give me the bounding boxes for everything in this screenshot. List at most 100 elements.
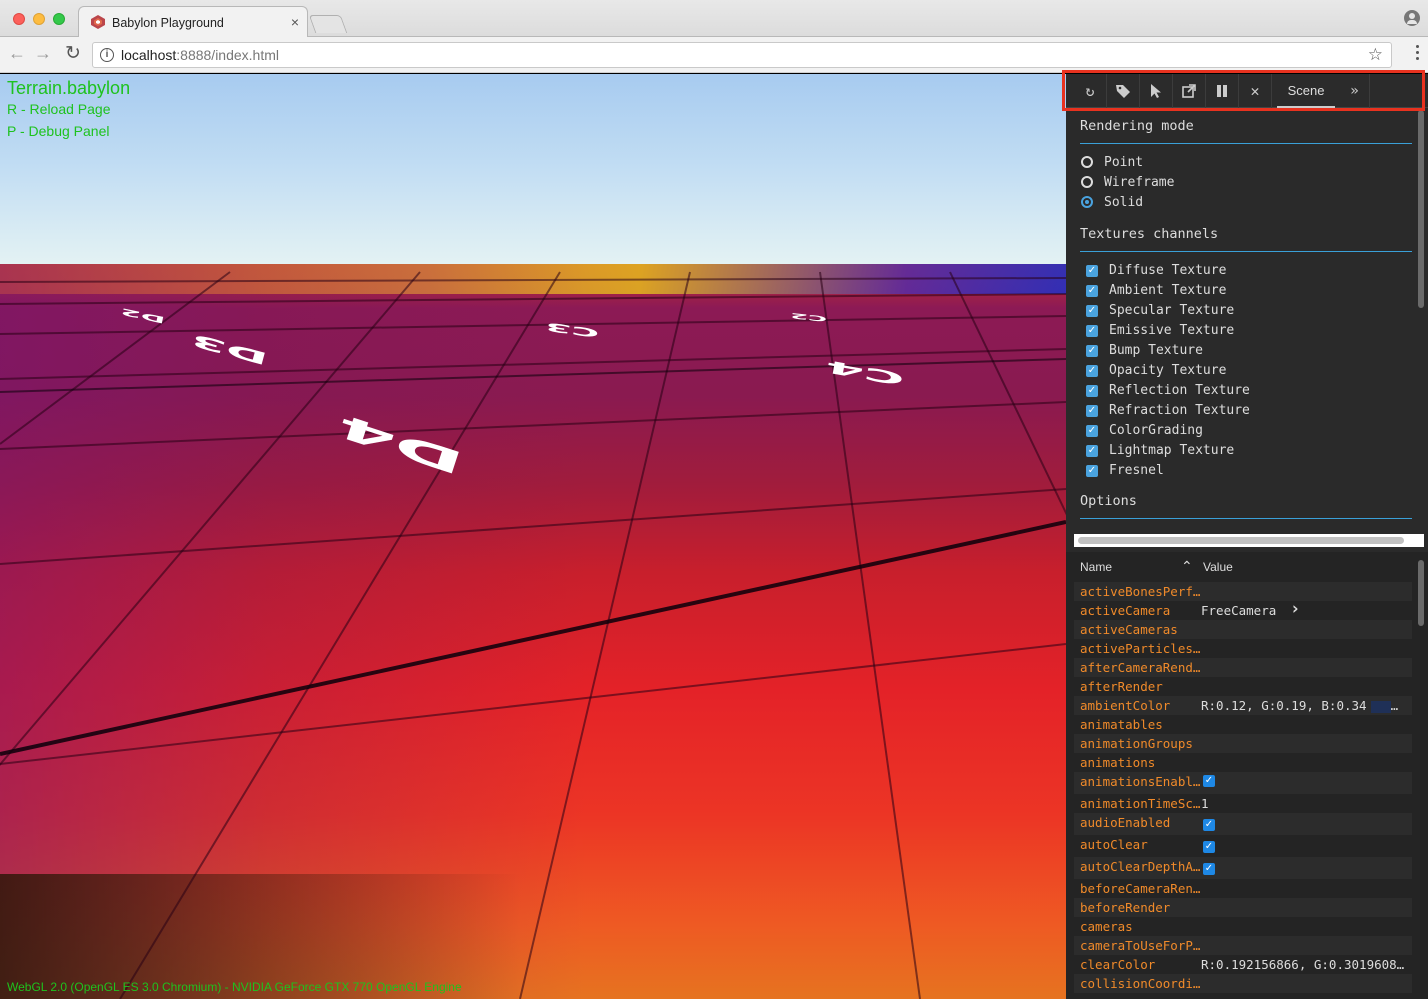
table-row[interactable]: cameras: [1074, 917, 1412, 936]
table-row[interactable]: activeBonesPerf…: [1074, 582, 1412, 601]
checkbox-refraction[interactable]: ✓: [1086, 405, 1098, 417]
address-bar[interactable]: i localhost:8888/index.html ☆: [92, 42, 1392, 68]
checkbox-auto-clear[interactable]: ✓: [1203, 841, 1215, 853]
pane-splitter[interactable]: [1074, 534, 1424, 547]
checkbox-animations-enabled[interactable]: ✓: [1203, 775, 1215, 787]
table-row[interactable]: animationTimeSc… 1: [1074, 794, 1412, 813]
checkbox-fresnel[interactable]: ✓: [1086, 465, 1098, 477]
bookmark-star-icon[interactable]: ☆: [1368, 45, 1383, 65]
table-row[interactable]: cameraToUseForP…: [1074, 936, 1412, 955]
rendering-mode-title: Rendering mode: [1080, 118, 1194, 134]
channel-label: Diffuse Texture: [1109, 263, 1227, 278]
checkbox-specular[interactable]: ✓: [1086, 305, 1098, 317]
property-value: R:0.192156866, G:0.3019608…: [1201, 957, 1405, 972]
radio-point[interactable]: [1081, 156, 1093, 168]
property-name: animations: [1080, 755, 1156, 770]
pick-cursor-icon[interactable]: [1140, 74, 1173, 108]
table-row[interactable]: clearColor R:0.192156866, G:0.3019608…: [1074, 955, 1412, 974]
table-row[interactable]: audioEnabled ✓: [1074, 813, 1412, 835]
tab-title: Babylon Playground: [112, 16, 224, 30]
checkbox-diffuse[interactable]: ✓: [1086, 265, 1098, 277]
sky: [0, 74, 1066, 269]
checkbox-reflection[interactable]: ✓: [1086, 385, 1098, 397]
pause-icon[interactable]: [1206, 74, 1239, 108]
checkbox-audio-enabled[interactable]: ✓: [1203, 819, 1215, 831]
table-row[interactable]: afterCameraRend…: [1074, 658, 1412, 677]
table-row[interactable]: autoClearDepthA… ✓: [1074, 857, 1412, 879]
checkbox-auto-clear-depth[interactable]: ✓: [1203, 863, 1215, 875]
table-row[interactable]: animatables: [1074, 715, 1412, 734]
checkbox-ambient[interactable]: ✓: [1086, 285, 1098, 297]
sort-chevron-up-icon[interactable]: ⌃: [1181, 558, 1193, 575]
table-row[interactable]: beforeRender: [1074, 898, 1412, 917]
refresh-icon[interactable]: ↻: [1074, 74, 1107, 108]
table-row[interactable]: animationGroups: [1074, 734, 1412, 753]
back-button[interactable]: ←: [6, 43, 28, 64]
property-name: activeBonesPerf…: [1080, 584, 1201, 599]
url-text[interactable]: localhost:8888/index.html: [121, 47, 279, 63]
browser-toolbar: ← → ↻ i localhost:8888/index.html ☆: [0, 37, 1428, 73]
property-value: FreeCamera: [1201, 603, 1277, 618]
expand-chevron-right-icon[interactable]: ›: [1290, 599, 1300, 619]
new-tab-button[interactable]: [308, 15, 348, 33]
properties-scrollbar[interactable]: [1418, 560, 1424, 626]
reload-button[interactable]: ↻: [62, 42, 84, 65]
channel-label: Refraction Texture: [1109, 403, 1250, 418]
table-row[interactable]: collisionCoordi…: [1074, 974, 1412, 993]
more-tabs-button[interactable]: »: [1340, 74, 1370, 108]
profile-icon[interactable]: [1404, 10, 1420, 26]
radio-solid[interactable]: [1081, 196, 1093, 208]
divider: [1080, 143, 1412, 144]
property-value: R:0.12, G:0.19, B:0.34…: [1201, 698, 1398, 713]
site-info-icon[interactable]: i: [100, 48, 114, 62]
table-row[interactable]: autoClear ✓: [1074, 835, 1412, 857]
tab-bar: Babylon Playground ×: [0, 0, 1428, 38]
channel-label: Specular Texture: [1109, 303, 1235, 318]
table-row[interactable]: activeCamera FreeCamera ›: [1074, 599, 1412, 620]
channel-label: Bump Texture: [1109, 343, 1203, 358]
textures-channels-title: Textures channels: [1080, 226, 1219, 242]
table-row[interactable]: beforeCameraRen…: [1074, 879, 1412, 898]
color-swatch[interactable]: [1370, 700, 1391, 713]
channel-label: Opacity Texture: [1109, 363, 1227, 378]
tag-icon[interactable]: [1107, 74, 1140, 108]
divider: [1080, 251, 1412, 252]
checkbox-lightmap[interactable]: ✓: [1086, 445, 1098, 457]
hint-reload: R - Reload Page: [7, 101, 111, 117]
radio-wireframe[interactable]: [1081, 176, 1093, 188]
tab-close-icon[interactable]: ×: [291, 14, 299, 30]
checkbox-bump[interactable]: ✓: [1086, 345, 1098, 357]
property-name: ambientColor: [1080, 698, 1171, 713]
browser-menu-icon[interactable]: [1416, 45, 1420, 65]
table-row[interactable]: activeCameras: [1074, 620, 1412, 639]
window-minimize-button[interactable]: [33, 13, 45, 25]
close-icon[interactable]: ✕: [1239, 74, 1272, 108]
horizontal-scrollbar[interactable]: [1078, 537, 1404, 544]
table-row[interactable]: afterRender: [1074, 677, 1412, 696]
popout-icon[interactable]: [1173, 74, 1206, 108]
checkbox-emissive[interactable]: ✓: [1086, 325, 1098, 337]
radio-label-solid: Solid: [1104, 195, 1144, 210]
checkbox-opacity[interactable]: ✓: [1086, 365, 1098, 377]
property-name: autoClear: [1080, 837, 1148, 852]
column-name-header[interactable]: Name: [1080, 560, 1112, 574]
window-maximize-button[interactable]: [53, 13, 65, 25]
table-row[interactable]: animations: [1074, 753, 1412, 772]
render-canvas[interactable]: D4 C4 D3 C3 D2 C2 Terrain.babylon R - Re…: [0, 74, 1066, 999]
table-row[interactable]: activeParticles…: [1074, 639, 1412, 658]
properties-table: Name ⌃ Value activeBonesPerf… activeCame…: [1066, 552, 1428, 999]
tab-scene[interactable]: Scene: [1277, 74, 1335, 108]
options-scrollbar[interactable]: [1418, 110, 1424, 308]
property-name: activeParticles…: [1080, 641, 1201, 656]
table-row[interactable]: animationsEnabl… ✓: [1074, 772, 1412, 794]
property-name: animationsEnabl…: [1080, 774, 1201, 789]
divider: [1080, 518, 1412, 519]
column-value-header: Value: [1203, 560, 1233, 574]
browser-tab[interactable]: Babylon Playground ×: [78, 6, 308, 38]
checkbox-colorgrading[interactable]: ✓: [1086, 425, 1098, 437]
table-row[interactable]: ambientColor R:0.12, G:0.19, B:0.34…: [1074, 696, 1412, 715]
window-close-button[interactable]: [13, 13, 25, 25]
property-value[interactable]: 1: [1201, 796, 1209, 811]
property-name: autoClearDepthA…: [1080, 859, 1201, 874]
forward-button[interactable]: →: [32, 43, 54, 64]
